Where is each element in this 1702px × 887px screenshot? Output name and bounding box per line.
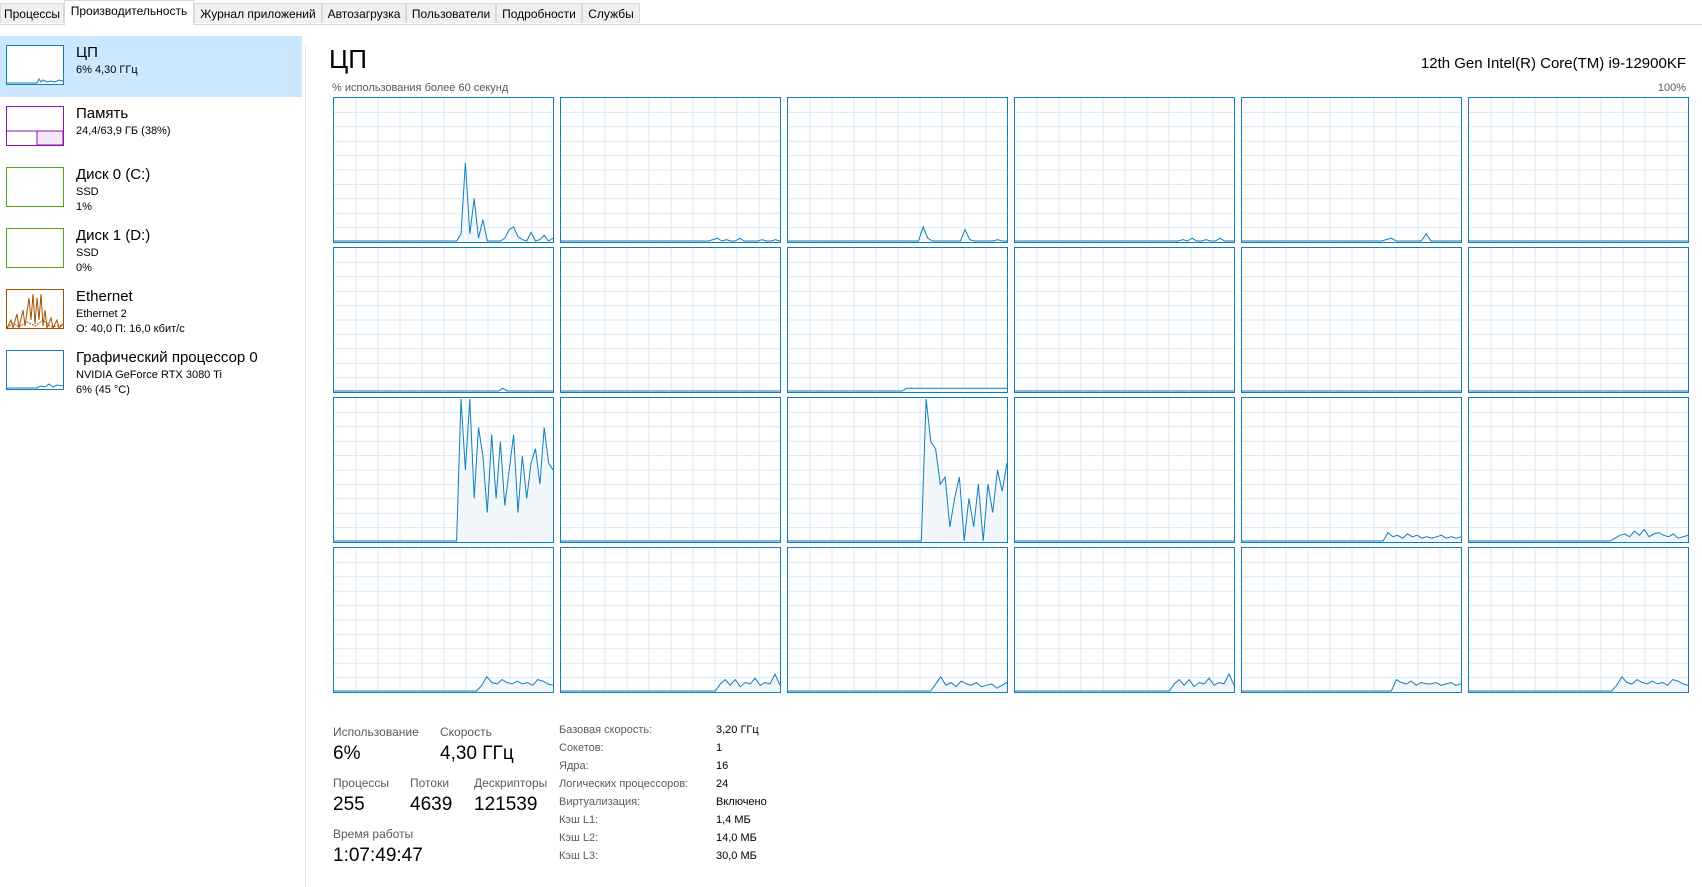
logical-processor-graph [333, 547, 554, 693]
sidebar-item-detail: NVIDIA GeForce RTX 3080 Ti [76, 369, 222, 381]
sidebar-item-value: О: 40,0 П: 16,0 кбит/с [76, 323, 185, 335]
logical-processor-graph [1241, 247, 1462, 393]
sidebar-item-gpu0[interactable]: Графический процессор 0 NVIDIA GeForce R… [0, 341, 302, 402]
gpu-thumbnail-graph [6, 350, 64, 390]
logical-processor-graph [1014, 397, 1235, 543]
virtualization-value: Включено [716, 796, 767, 808]
l1-cache-value: 1,4 МБ [716, 814, 751, 826]
sockets-label: Сокетов: [559, 742, 604, 754]
logical-processor-graph [1014, 97, 1235, 243]
sidebar-item-detail: 24,4/63,9 ГБ (38%) [76, 125, 171, 137]
sidebar-item-title: ЦП [76, 44, 98, 61]
usage-value: 6% [333, 743, 361, 764]
sidebar-item-disk0[interactable]: Диск 0 (C:) SSD 1% [0, 158, 302, 219]
sidebar-item-title: Графический процессор 0 [76, 349, 258, 366]
handles-value: 121539 [474, 794, 538, 815]
logical-processor-graph [560, 97, 781, 243]
threads-label: Потоки [410, 776, 450, 790]
sidebar-divider [305, 46, 306, 887]
cpu-model-name: 12th Gen Intel(R) Core(TM) i9-12900KF [1420, 55, 1686, 72]
page-title: ЦП [329, 44, 367, 74]
sidebar-item-detail: SSD [76, 247, 99, 259]
logical-processors-value: 24 [716, 778, 729, 790]
l3-cache-value: 30,0 МБ [716, 850, 757, 862]
tab-startup[interactable]: Автозагрузка [322, 3, 406, 23]
tab-services[interactable]: Службы [582, 3, 640, 23]
processes-value: 255 [333, 794, 365, 815]
logical-processors-label: Логических процессоров: [559, 778, 689, 790]
logical-processor-graph [1014, 547, 1235, 693]
tab-details[interactable]: Подробности [496, 3, 582, 23]
l2-cache-value: 14,0 МБ [716, 832, 757, 844]
logical-processor-graph [1468, 247, 1689, 393]
logical-processor-graph [333, 97, 554, 243]
logical-processor-graph [1468, 97, 1689, 243]
logical-processor-graph [787, 97, 1008, 243]
uptime-label: Время работы [333, 827, 414, 841]
tab-users[interactable]: Пользователи [406, 3, 496, 23]
logical-processor-graph [1241, 397, 1462, 543]
speed-value: 4,30 ГГц [440, 743, 514, 764]
logical-processor-graphs [333, 97, 1689, 697]
tab-app-history[interactable]: Журнал приложений [194, 3, 322, 23]
logical-processor-graph [1241, 97, 1462, 243]
sidebar-item-ethernet[interactable]: Ethernet Ethernet 2 О: 40,0 П: 16,0 кбит… [0, 280, 302, 341]
sockets-value: 1 [716, 742, 723, 754]
tab-performance[interactable]: Производительность [64, 0, 194, 25]
logical-processor-graph [333, 397, 554, 543]
sidebar-item-detail: Ethernet 2 [76, 308, 127, 320]
sidebar-item-title: Ethernet [76, 288, 133, 305]
processes-label: Процессы [333, 776, 390, 790]
logical-processor-graph [787, 397, 1008, 543]
logical-processor-graph [560, 397, 781, 543]
handles-label: Дескрипторы [474, 776, 548, 790]
logical-processor-graph [560, 247, 781, 393]
ethernet-thumbnail-graph [6, 289, 64, 329]
cores-label: Ядра: [559, 760, 589, 772]
graph-axis-caption: % использования более 60 секунд [332, 82, 509, 94]
logical-processor-graph [1468, 397, 1689, 543]
logical-processor-graph [333, 247, 554, 393]
l1-cache-label: Кэш L1: [559, 814, 599, 826]
sidebar-item-value: 6% (45 °C) [76, 384, 130, 396]
logical-processor-graph [787, 247, 1008, 393]
speed-label: Скорость [440, 725, 492, 739]
cores-value: 16 [716, 760, 729, 772]
sidebar-item-detail: 6% 4,30 ГГц [76, 64, 138, 76]
disk0-thumbnail-graph [6, 167, 64, 207]
graph-axis-max: 100% [1657, 82, 1686, 94]
sidebar-item-cpu[interactable]: ЦП 6% 4,30 ГГц [0, 36, 302, 97]
usage-label: Использование [333, 725, 419, 739]
l2-cache-label: Кэш L2: [559, 832, 599, 844]
sidebar-item-disk1[interactable]: Диск 1 (D:) SSD 0% [0, 219, 302, 280]
disk1-thumbnail-graph [6, 228, 64, 268]
memory-thumbnail-graph [6, 106, 64, 146]
virtualization-label: Виртуализация: [559, 796, 641, 808]
sidebar-item-title: Память [76, 105, 129, 122]
base-speed-value: 3,20 ГГц [716, 724, 759, 736]
logical-processor-graph [560, 547, 781, 693]
resource-sidebar: ЦП 6% 4,30 ГГц Память 24,4/63,9 ГБ (38%)… [0, 25, 302, 887]
logical-processor-graph [1241, 547, 1462, 693]
sidebar-item-title: Диск 1 (D:) [76, 227, 151, 244]
sidebar-item-detail: SSD [76, 186, 99, 198]
tab-bar: Процессы Производительность Журнал прило… [0, 0, 1702, 25]
threads-value: 4639 [410, 794, 453, 815]
sidebar-item-value: 0% [76, 262, 92, 274]
sidebar-item-title: Диск 0 (C:) [76, 166, 151, 183]
uptime-value: 1:07:49:47 [333, 845, 423, 866]
logical-processor-graph [1014, 247, 1235, 393]
logical-processor-graph [1468, 547, 1689, 693]
sidebar-item-memory[interactable]: Память 24,4/63,9 ГБ (38%) [0, 97, 302, 158]
sidebar-item-value: 1% [76, 201, 92, 213]
l3-cache-label: Кэш L3: [559, 850, 599, 862]
tab-processes[interactable]: Процессы [0, 3, 64, 23]
base-speed-label: Базовая скорость: [559, 724, 653, 736]
cpu-thumbnail-graph [6, 45, 64, 85]
logical-processor-graph [787, 547, 1008, 693]
